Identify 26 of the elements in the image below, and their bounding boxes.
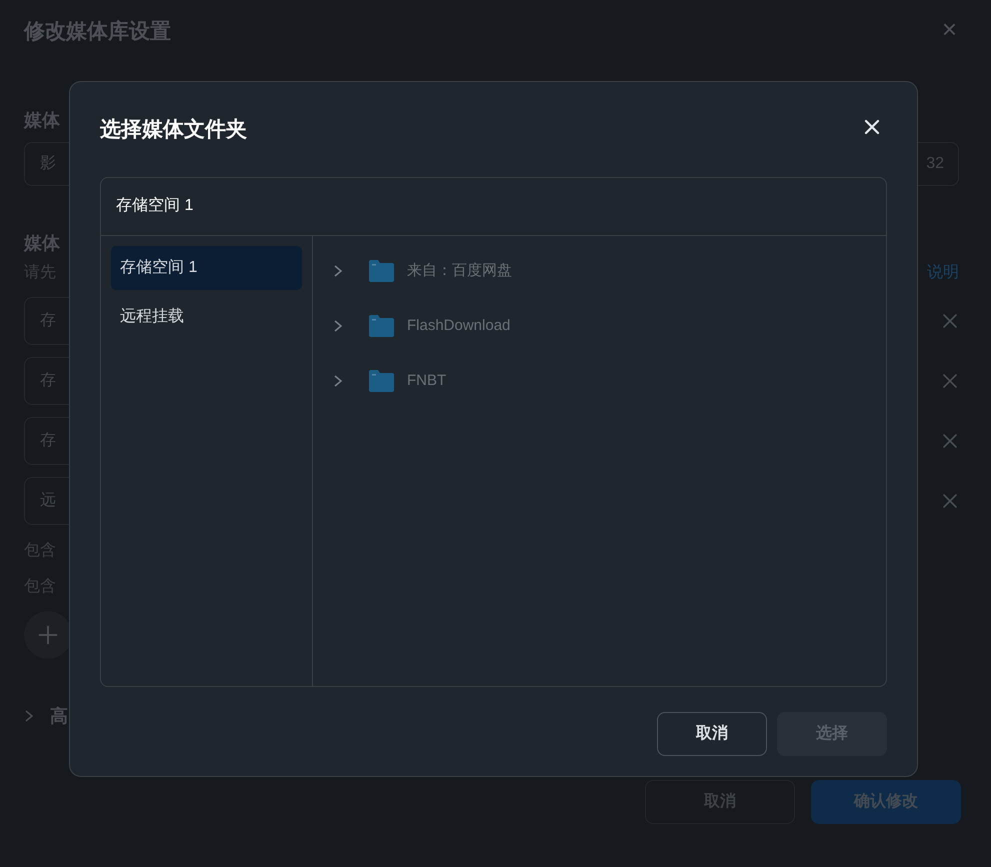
folder-name[interactable]: 来自：百度网盘 bbox=[407, 260, 512, 282]
close-button[interactable] bbox=[863, 118, 881, 136]
folder-name[interactable]: FNBT bbox=[407, 370, 446, 392]
remove-icon[interactable] bbox=[941, 432, 959, 450]
source-item[interactable]: 存储空间 1 bbox=[111, 246, 302, 290]
remove-icon[interactable] bbox=[941, 312, 959, 330]
remove-icon[interactable] bbox=[941, 492, 959, 510]
add-button[interactable] bbox=[24, 610, 72, 658]
expand-icon[interactable] bbox=[333, 374, 343, 388]
folder-icon bbox=[367, 259, 395, 283]
dialog-title: 选择媒体文件夹 bbox=[100, 117, 247, 143]
remove-icon[interactable] bbox=[941, 372, 959, 390]
dialog-title: 修改媒体库设置 bbox=[24, 18, 171, 45]
chevron-icon[interactable] bbox=[24, 709, 34, 723]
location-header: 存储空间 1 bbox=[116, 196, 194, 216]
expand-icon[interactable] bbox=[333, 319, 343, 333]
close-button[interactable]: × bbox=[942, 16, 957, 42]
help-link[interactable]: 说明 bbox=[927, 260, 959, 284]
plus-icon bbox=[37, 624, 59, 646]
cancel-button[interactable]: 取消 bbox=[657, 712, 767, 756]
folder-icon bbox=[367, 369, 395, 393]
source-item[interactable]: 远程挂载 bbox=[111, 294, 302, 338]
close-icon bbox=[863, 118, 881, 136]
expand-icon[interactable] bbox=[333, 264, 343, 278]
folder-icon bbox=[367, 314, 395, 338]
folder-name[interactable]: FlashDownload bbox=[407, 314, 510, 338]
